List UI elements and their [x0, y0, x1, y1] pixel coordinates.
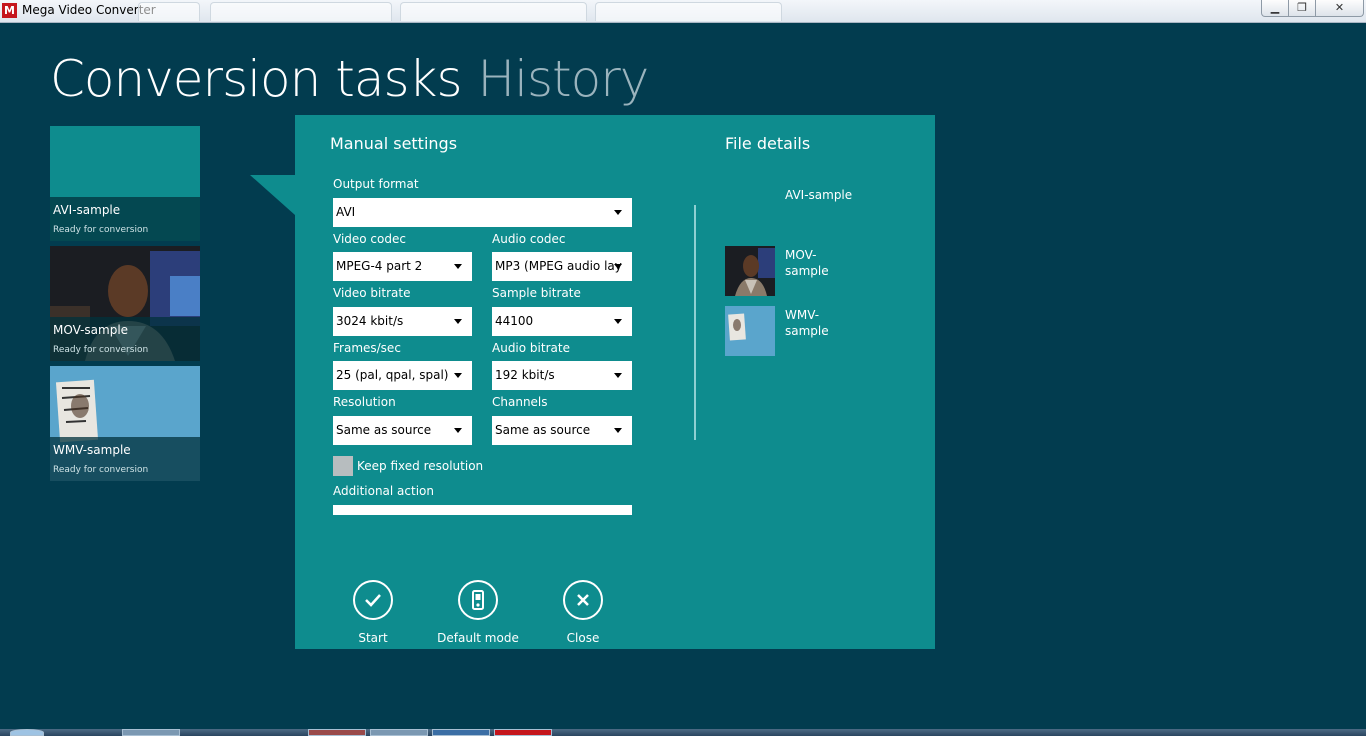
- close-button[interactable]: Close: [533, 580, 633, 645]
- window-title: Mega Video Converter: [22, 3, 156, 17]
- device-icon: [458, 580, 498, 620]
- restore-icon: ❐: [1297, 1, 1307, 14]
- title-bar: M Mega Video Converter ▁ ❐ ✕: [0, 0, 1366, 23]
- sample-bitrate-select[interactable]: 44100: [492, 307, 632, 336]
- checkmark-icon: [353, 580, 393, 620]
- file-name-avi[interactable]: AVI-sample: [785, 187, 885, 203]
- background-tab: [210, 2, 392, 21]
- os-taskbar: [0, 729, 1366, 736]
- output-format-select[interactable]: AVI: [333, 198, 632, 227]
- video-bitrate-label: Video bitrate: [333, 286, 411, 300]
- resolution-label: Resolution: [333, 395, 396, 409]
- taskbar-item[interactable]: [432, 729, 490, 736]
- select-value: 44100: [495, 314, 534, 328]
- sample-bitrate-label: Sample bitrate: [492, 286, 581, 300]
- tile-caption: MOV-sample Ready for conversion: [50, 317, 200, 361]
- file-thumbnail-wmv[interactable]: [725, 306, 775, 356]
- select-value: Same as source: [495, 423, 591, 437]
- select-value: AVI: [336, 205, 356, 219]
- video-bitrate-select[interactable]: 3024 kbit/s: [333, 307, 472, 336]
- minimize-icon: ▁: [1270, 1, 1280, 14]
- keep-fixed-resolution-checkbox[interactable]: [333, 456, 353, 476]
- select-value: 3024 kbit/s: [336, 314, 404, 328]
- select-value: MP3 (MPEG audio lay: [495, 259, 622, 273]
- file-name-wmv[interactable]: WMV-sample: [785, 307, 845, 339]
- close-icon: ✕: [1334, 1, 1345, 14]
- task-name: WMV-sample: [53, 443, 131, 457]
- vertical-divider: [694, 205, 696, 440]
- audio-codec-label: Audio codec: [492, 232, 566, 246]
- taskbar-item[interactable]: [308, 729, 366, 736]
- start-orb-icon[interactable]: [10, 729, 44, 736]
- task-status: Ready for conversion: [53, 465, 149, 475]
- resolution-select[interactable]: Same as source: [333, 416, 472, 445]
- frames-select[interactable]: 25 (pal, qpal, spal): [333, 361, 472, 390]
- tile-caption: WMV-sample Ready for conversion: [50, 437, 200, 481]
- chevron-down-icon: [454, 373, 462, 378]
- tile-caption: AVI-sample Ready for conversion: [50, 197, 200, 241]
- task-name: MOV-sample: [53, 323, 129, 337]
- chevron-down-icon: [454, 319, 462, 324]
- background-tab: [595, 2, 782, 21]
- chevron-down-icon: [614, 319, 622, 324]
- taskbar-item[interactable]: [494, 729, 552, 736]
- additional-action-select[interactable]: [333, 505, 632, 515]
- audio-codec-select[interactable]: MP3 (MPEG audio lay: [492, 252, 632, 281]
- chevron-down-icon: [614, 428, 622, 433]
- chevron-down-icon: [454, 428, 462, 433]
- select-value: 192 kbit/s: [495, 368, 555, 382]
- file-name-mov[interactable]: MOV-sample: [785, 247, 845, 279]
- background-tab: [138, 2, 200, 21]
- tab-conversion-tasks[interactable]: Conversion tasks: [50, 50, 463, 108]
- additional-action-label: Additional action: [333, 484, 434, 498]
- close-icon: [563, 580, 603, 620]
- taskbar-item[interactable]: [370, 729, 428, 736]
- video-codec-select[interactable]: MPEG-4 part 2: [333, 252, 472, 281]
- start-button[interactable]: Start: [323, 580, 423, 645]
- tab-history[interactable]: History: [478, 50, 650, 108]
- frames-label: Frames/sec: [333, 341, 401, 355]
- task-tile-avi[interactable]: AVI-sample Ready for conversion: [50, 126, 200, 241]
- background-tab: [400, 2, 587, 21]
- default-mode-label: Default mode: [437, 631, 519, 645]
- file-details-title: File details: [725, 134, 811, 153]
- select-value: 25 (pal, qpal, spal): [336, 368, 449, 382]
- select-value: Same as source: [336, 423, 432, 437]
- audio-bitrate-label: Audio bitrate: [492, 341, 570, 355]
- channels-select[interactable]: Same as source: [492, 416, 632, 445]
- task-name: AVI-sample: [53, 203, 121, 217]
- select-value: MPEG-4 part 2: [336, 259, 423, 273]
- default-mode-button[interactable]: Default mode: [428, 580, 528, 645]
- chevron-down-icon: [614, 373, 622, 378]
- start-label: Start: [358, 631, 388, 645]
- page-header: Conversion tasks History: [50, 50, 650, 108]
- close-window-button[interactable]: ✕: [1315, 0, 1364, 17]
- chevron-down-icon: [614, 210, 622, 215]
- output-format-label: Output format: [333, 177, 419, 191]
- task-status: Ready for conversion: [53, 345, 149, 355]
- app-logo-icon: M: [2, 3, 17, 18]
- task-tile-mov[interactable]: MOV-sample Ready for conversion: [50, 246, 200, 361]
- minimize-button[interactable]: ▁: [1261, 0, 1289, 17]
- keep-fixed-resolution-label: Keep fixed resolution: [357, 459, 484, 473]
- chevron-down-icon: [454, 264, 462, 269]
- task-status: Ready for conversion: [53, 225, 149, 235]
- taskbar-item[interactable]: [122, 729, 180, 736]
- close-label: Close: [566, 631, 600, 645]
- task-tile-wmv[interactable]: WMV-sample Ready for conversion: [50, 366, 200, 481]
- channels-label: Channels: [492, 395, 548, 409]
- manual-settings-title: Manual settings: [330, 134, 458, 153]
- audio-bitrate-select[interactable]: 192 kbit/s: [492, 361, 632, 390]
- settings-panel: Manual settings Output format AVI Video …: [295, 115, 935, 649]
- maximize-button[interactable]: ❐: [1288, 0, 1316, 17]
- panel-pointer: [250, 175, 295, 215]
- file-thumbnail-mov[interactable]: [725, 246, 775, 296]
- chevron-down-icon: [614, 264, 622, 269]
- video-codec-label: Video codec: [333, 232, 406, 246]
